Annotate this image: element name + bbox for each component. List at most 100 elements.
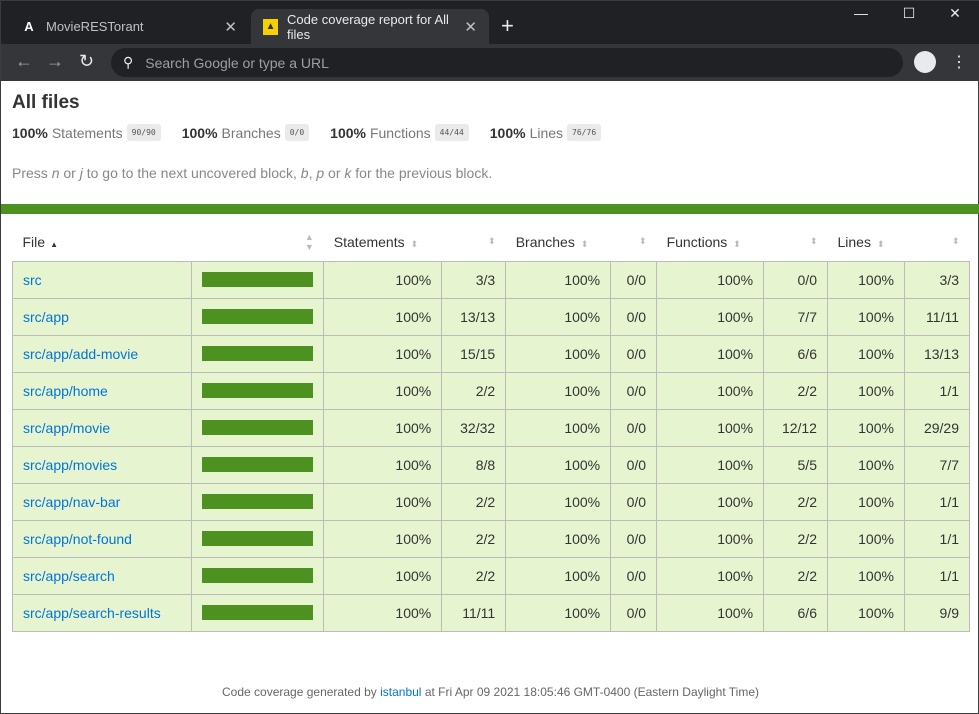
branches-frac: 0/0 <box>610 556 658 595</box>
functions-pct: 100% <box>656 556 765 595</box>
summary-fraction-badge: 76/76 <box>567 124 602 141</box>
header-functions[interactable]: Functions ⬍ <box>657 223 764 261</box>
statements-pct: 100% <box>323 408 443 447</box>
tab-movierestorant[interactable]: A MovieRESTorant ✕ <box>9 9 249 44</box>
file-link[interactable]: src/app/nav-bar <box>23 494 120 510</box>
file-link[interactable]: src/app/add-movie <box>23 346 138 362</box>
header-file[interactable]: File ▲ <box>13 223 192 261</box>
coverage-bar-cell <box>190 260 325 299</box>
functions-pct: 100% <box>656 334 765 373</box>
summary-pct: 100% <box>181 124 218 141</box>
file-link[interactable]: src/app/movie <box>23 420 110 436</box>
tab-coverage-report[interactable]: ▲ Code coverage report for All files ✕ <box>251 9 489 44</box>
lines-pct: 100% <box>826 371 905 410</box>
summary-pct: 100% <box>330 124 366 141</box>
header-lines-frac[interactable]: ⬍ <box>904 223 969 261</box>
coverage-bar <box>201 383 314 398</box>
lines-frac: 9/9 <box>903 593 971 632</box>
functions-frac: 12/12 <box>763 408 828 447</box>
close-tab-icon[interactable]: ✕ <box>224 18 237 36</box>
file-cell: src/app/search <box>12 556 192 595</box>
menu-icon[interactable]: ⋮ <box>951 52 967 72</box>
file-link[interactable]: src/app/search <box>23 568 115 584</box>
functions-pct: 100% <box>656 408 765 447</box>
header-statements-frac[interactable]: ⬍ <box>442 223 506 261</box>
header-bar[interactable]: ▲ ▼ <box>191 223 324 261</box>
statements-pct: 100% <box>323 334 443 373</box>
lines-frac: 1/1 <box>903 519 971 558</box>
functions-frac: 5/5 <box>763 445 828 484</box>
file-cell: src/app/movies <box>12 445 192 484</box>
table-row: src/app/movie 100% 32/32 100% 0/0 100% 1… <box>12 408 971 447</box>
statements-pct: 100% <box>323 260 443 299</box>
statements-frac: 13/13 <box>441 297 507 336</box>
back-icon[interactable]: ← <box>15 51 33 72</box>
sort-icon: ⬍ <box>410 238 419 249</box>
functions-frac: 2/2 <box>763 371 828 410</box>
lines-pct: 100% <box>826 260 905 299</box>
header-branches-frac[interactable]: ⬍ <box>611 223 657 261</box>
lines-pct: 100% <box>826 482 905 521</box>
coverage-bar-cell <box>190 297 325 336</box>
close-window-button[interactable]: ✕ <box>932 5 978 22</box>
summary-label: Statements <box>51 124 123 141</box>
summary-label: Functions <box>369 124 431 141</box>
statements-frac: 15/15 <box>441 334 507 373</box>
file-cell: src/app/home <box>12 371 192 410</box>
sort-icon: ▲ ▼ <box>304 231 314 252</box>
omnibox[interactable]: ⚲ Search Google or type a URL <box>111 48 903 77</box>
statements-frac: 8/8 <box>441 445 507 484</box>
file-cell: src/app <box>12 297 192 336</box>
file-cell: src <box>12 260 192 299</box>
branches-pct: 100% <box>505 260 612 299</box>
coverage-bar <box>201 346 314 361</box>
header-lines[interactable]: Lines ⬍ <box>827 223 904 261</box>
coverage-table: File ▲ ▲ ▼ Statements ⬍ ⬍ Branches ⬍ ⬍ Funct… <box>12 223 971 632</box>
statements-frac: 32/32 <box>441 408 507 447</box>
maximize-button[interactable]: ☐ <box>886 5 932 22</box>
coverage-bar <box>201 420 314 435</box>
new-tab-button[interactable]: + <box>501 13 514 39</box>
header-branches[interactable]: Branches ⬍ <box>506 223 611 261</box>
lines-frac: 7/7 <box>903 445 971 484</box>
branches-pct: 100% <box>505 297 612 336</box>
sort-icon: ⬍ <box>639 236 647 247</box>
file-link[interactable]: src <box>23 272 42 288</box>
minimize-button[interactable]: — <box>838 5 884 21</box>
forward-icon[interactable]: → <box>46 51 64 72</box>
close-tab-icon[interactable]: ✕ <box>464 18 477 36</box>
sort-icon: ⬍ <box>733 238 741 249</box>
coverage-bar-cell <box>190 519 325 558</box>
statements-pct: 100% <box>323 556 443 595</box>
branches-pct: 100% <box>505 556 612 595</box>
file-link[interactable]: src/app/search-results <box>23 605 161 621</box>
lines-frac: 1/1 <box>903 482 971 521</box>
file-cell: src/app/nav-bar <box>12 482 192 521</box>
profile-avatar[interactable] <box>914 51 936 73</box>
file-link[interactable]: src/app <box>23 309 69 325</box>
table-row: src/app/add-movie 100% 15/15 100% 0/0 10… <box>12 334 971 373</box>
functions-frac: 0/0 <box>763 260 828 299</box>
file-cell: src/app/search-results <box>12 593 192 632</box>
branches-frac: 0/0 <box>610 260 658 299</box>
branches-pct: 100% <box>505 371 612 410</box>
header-functions-frac[interactable]: ⬍ <box>764 223 828 261</box>
statements-pct: 100% <box>323 297 443 336</box>
coverage-bar <box>201 531 314 546</box>
coverage-bar-cell <box>190 371 325 410</box>
omnibox-placeholder: Search Google or type a URL <box>145 54 329 71</box>
functions-frac: 2/2 <box>763 556 828 595</box>
lines-frac: 13/13 <box>903 334 971 373</box>
summary-label: Branches <box>221 124 281 141</box>
status-line <box>1 204 979 214</box>
file-link[interactable]: src/app/movies <box>23 457 117 473</box>
reload-icon[interactable]: ↻ <box>79 51 94 72</box>
file-link[interactable]: src/app/not-found <box>23 531 132 547</box>
statements-frac: 3/3 <box>441 260 507 299</box>
coverage-bar <box>201 494 314 509</box>
lines-frac: 1/1 <box>903 556 971 595</box>
header-statements[interactable]: Statements ⬍ <box>324 223 442 261</box>
istanbul-link[interactable]: istanbul <box>380 685 421 699</box>
summary-pct: 100% <box>489 124 526 141</box>
file-link[interactable]: src/app/home <box>23 383 108 399</box>
